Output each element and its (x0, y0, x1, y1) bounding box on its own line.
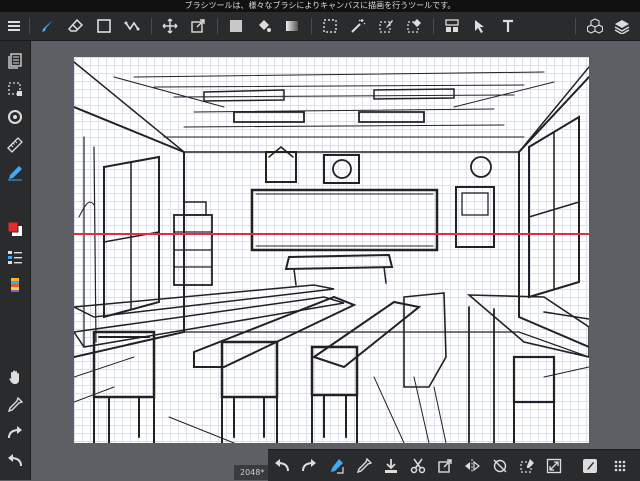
rotate-icon[interactable] (488, 454, 512, 478)
magic-wand-icon[interactable] (346, 14, 370, 38)
eyedropper-icon[interactable] (352, 454, 376, 478)
import-icon[interactable] (379, 454, 403, 478)
pages-icon[interactable] (3, 49, 27, 73)
bucket-icon[interactable] (252, 14, 276, 38)
transform-icon[interactable] (433, 454, 457, 478)
redo-icon[interactable] (3, 421, 27, 445)
divider (217, 18, 218, 34)
fill-color-icon[interactable] (224, 14, 248, 38)
flip-icon[interactable] (460, 454, 484, 478)
divider (575, 18, 576, 34)
curve-icon[interactable] (120, 14, 144, 38)
tool-hint: ブラシツールは、様々なブラシによりキャンバスに描画を行うツールです。 (0, 0, 640, 12)
divider (433, 18, 434, 34)
hand-icon[interactable] (3, 365, 27, 389)
drawing-canvas[interactable] (74, 57, 589, 443)
layout-icon[interactable] (440, 14, 464, 38)
menu-icon[interactable] (2, 14, 26, 38)
select-pen-icon[interactable] (374, 14, 398, 38)
rectangle-icon[interactable] (92, 14, 116, 38)
pen-icon[interactable] (3, 161, 27, 185)
ruler-icon[interactable] (3, 133, 27, 157)
brush-size-icon[interactable] (578, 454, 602, 478)
classroom-sketch (74, 61, 589, 443)
left-sidebar (0, 41, 31, 480)
gradient-icon[interactable] (280, 14, 304, 38)
snap-icon[interactable] (3, 105, 27, 129)
bottom-toolbar (268, 449, 640, 481)
divider (29, 18, 30, 34)
selection-icon[interactable] (3, 77, 27, 101)
undo-icon[interactable] (3, 449, 27, 473)
divider (151, 18, 152, 34)
transform-icon[interactable] (186, 14, 210, 38)
eraser-icon[interactable] (64, 14, 88, 38)
brush-edit-icon[interactable] (324, 454, 348, 478)
brush-icon[interactable] (36, 14, 60, 38)
select-rect-icon[interactable] (318, 14, 342, 38)
layers-icon[interactable] (610, 14, 634, 38)
text-icon[interactable] (496, 14, 520, 38)
eyedropper-icon[interactable] (3, 393, 27, 417)
fullscreen-icon[interactable] (542, 454, 566, 478)
undo-icon[interactable] (270, 454, 294, 478)
select-eraser-icon[interactable] (402, 14, 426, 38)
select-move-icon[interactable] (468, 14, 492, 38)
material-icon[interactable] (583, 14, 607, 38)
brush-list-icon[interactable] (3, 245, 27, 269)
cut-icon[interactable] (406, 454, 430, 478)
top-toolbar (0, 12, 640, 41)
fill-select-icon[interactable] (515, 454, 539, 478)
redo-icon[interactable] (297, 454, 321, 478)
move-icon[interactable] (158, 14, 182, 38)
color-icon[interactable] (3, 217, 27, 241)
palette-icon[interactable] (3, 273, 27, 297)
divider (311, 18, 312, 34)
grid-menu-icon[interactable] (608, 454, 632, 478)
guide-line (74, 233, 589, 235)
